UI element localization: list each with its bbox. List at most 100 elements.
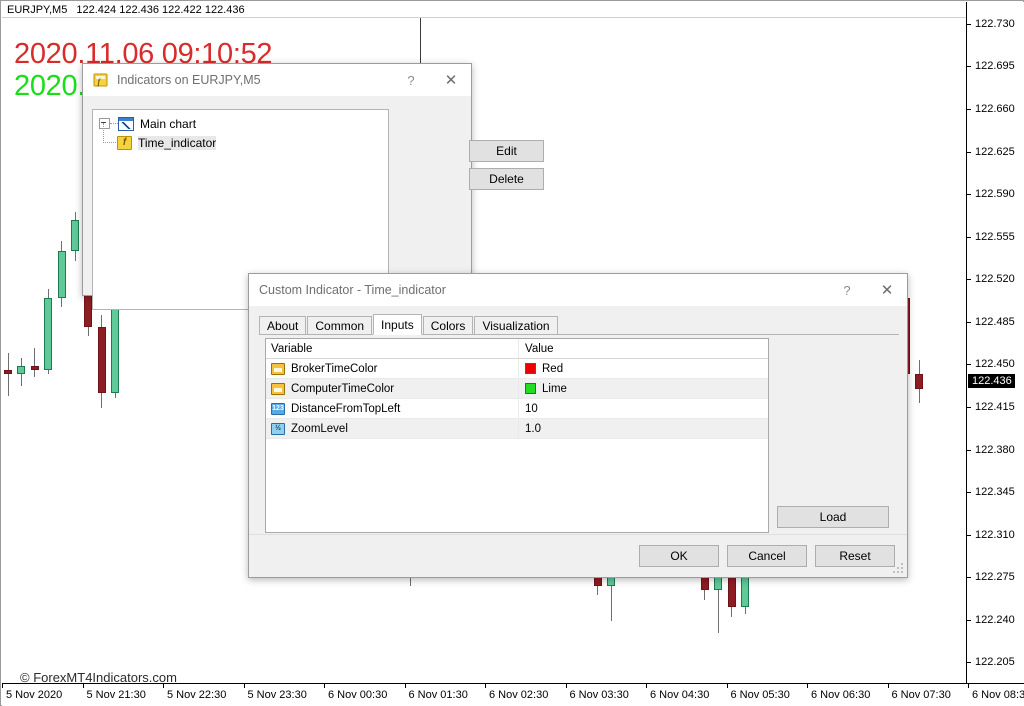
help-button[interactable]: ? (391, 65, 431, 95)
price-tick-mark (967, 364, 971, 365)
tree-item-label: Time_indicator (138, 136, 216, 150)
load-button[interactable]: Load (777, 506, 889, 528)
time-tick-label: 6 Nov 02:30 (489, 689, 548, 701)
tree-item-time-indicator[interactable]: f Time_indicator (93, 133, 388, 152)
time-tick-mark (83, 684, 84, 688)
value-cell[interactable]: Lime (519, 379, 768, 398)
quote-ohlc-values: 122.424 122.436 122.422 122.436 (76, 4, 244, 16)
value-cell[interactable]: 10 (519, 399, 768, 418)
custom-dialog-body: About Common Inputs Colors Visualization Var… (249, 306, 907, 577)
variable-name: ComputerTimeColor (291, 383, 394, 395)
value-cell[interactable]: Red (519, 359, 768, 378)
price-tick-label: 122.555 (975, 231, 1015, 243)
time-tick-mark (727, 684, 728, 688)
candle-body (98, 327, 106, 394)
tab-visualization[interactable]: Visualization (474, 316, 557, 334)
price-tick-label: 122.450 (975, 358, 1015, 370)
price-tick-label: 122.240 (975, 614, 1015, 626)
variable-name: DistanceFromTopLeft (291, 403, 400, 415)
price-tick-label: 122.730 (975, 18, 1015, 30)
quote-header-bar: EURJPY,M5 122.424 122.436 122.422 122.43… (2, 2, 966, 18)
price-tick-mark (967, 620, 971, 621)
time-axis[interactable]: 5 Nov 20205 Nov 21:305 Nov 22:305 Nov 23… (2, 683, 1024, 706)
input-row[interactable]: ½ZoomLevel1.0 (266, 419, 768, 439)
crosshair-vertical-line (420, 18, 421, 68)
candle-wick (34, 348, 35, 377)
edit-button[interactable]: Edit (469, 140, 544, 162)
time-tick-mark (888, 684, 889, 688)
price-tick-mark (967, 407, 971, 408)
time-tick-mark (968, 684, 969, 688)
candlestick (71, 212, 79, 262)
price-tick-label: 122.275 (975, 571, 1015, 583)
indicators-dialog-title: Indicators on EURJPY,M5 (117, 73, 391, 87)
time-tick-label: 5 Nov 21:30 (87, 689, 146, 701)
time-tick-mark (2, 684, 3, 688)
candle-body (31, 366, 39, 370)
custom-dialog-title: Custom Indicator - Time_indicator (259, 283, 827, 297)
price-tick-mark (967, 662, 971, 663)
tree-item-main-chart[interactable]: Main chart (93, 114, 388, 133)
price-tick-mark (967, 322, 971, 323)
tab-colors[interactable]: Colors (423, 316, 474, 334)
time-tick-mark (485, 684, 486, 688)
tab-strip[interactable]: About Common Inputs Colors Visualization (259, 314, 899, 335)
time-tick-label: 6 Nov 04:30 (650, 689, 709, 701)
chart-watermark: © ForexMT4Indicators.com (20, 670, 177, 683)
time-tick-label: 6 Nov 08:30 (972, 689, 1024, 701)
input-row[interactable]: BrokerTimeColor Red (266, 359, 768, 379)
grid-header-row: VariableValue (266, 339, 768, 359)
column-header-variable: Variable (266, 339, 519, 358)
tab-label: Visualization (482, 319, 549, 333)
tree-item-label: Main chart (140, 117, 196, 131)
candle-body (71, 220, 79, 251)
ok-button[interactable]: OK (639, 545, 719, 567)
close-icon[interactable]: ✕ (867, 275, 907, 305)
tree-connector (103, 142, 116, 144)
time-tick-label: 5 Nov 23:30 (248, 689, 307, 701)
variable-name: ZoomLevel (291, 423, 348, 435)
custom-dialog-titlebar[interactable]: Custom Indicator - Time_indicator ? ✕ (249, 274, 907, 306)
input-row[interactable]: ComputerTimeColor Lime (266, 379, 768, 399)
price-tick-mark (967, 577, 971, 578)
time-tick-mark (163, 684, 164, 688)
indicators-dialog-titlebar[interactable]: f Indicators on EURJPY,M5 ? ✕ (83, 64, 471, 96)
price-tick-mark (967, 237, 971, 238)
value-text: Lime (542, 383, 567, 395)
price-tick-label: 122.520 (975, 273, 1015, 285)
tab-about[interactable]: About (259, 316, 306, 334)
candle-body (44, 298, 52, 369)
tab-common[interactable]: Common (307, 316, 372, 334)
delete-button[interactable]: Delete (469, 168, 544, 190)
input-row[interactable]: 123DistanceFromTopLeft10 (266, 399, 768, 419)
value-cell[interactable]: 1.0 (519, 419, 768, 438)
color-swatch (525, 383, 536, 394)
time-tick-mark (405, 684, 406, 688)
tab-inputs[interactable]: Inputs (373, 314, 422, 335)
help-button[interactable]: ? (827, 275, 867, 305)
price-tick-label: 122.310 (975, 529, 1015, 541)
price-tick-mark (967, 152, 971, 153)
custom-indicator-dialog[interactable]: Custom Indicator - Time_indicator ? ✕ Ab… (248, 273, 908, 578)
tree-connector (110, 123, 118, 125)
color-var-icon (271, 363, 285, 375)
time-tick-mark (566, 684, 567, 688)
tab-label: Inputs (381, 318, 414, 332)
time-tick-mark (244, 684, 245, 688)
color-swatch (525, 363, 536, 374)
price-tick-label: 122.205 (975, 656, 1015, 668)
cancel-button[interactable]: Cancel (727, 545, 807, 567)
close-icon[interactable]: ✕ (431, 65, 471, 95)
inputs-grid[interactable]: VariableValueBrokerTimeColorRedComputerT… (265, 338, 769, 533)
variable-name: BrokerTimeColor (291, 363, 377, 375)
indicators-dialog-buttons: Edit Delete (469, 140, 544, 196)
tab-label: Common (315, 319, 364, 333)
price-tick-mark (967, 535, 971, 536)
dialog-footer: OK Cancel Reset (249, 534, 907, 577)
time-tick-label: 6 Nov 05:30 (731, 689, 790, 701)
resize-grip[interactable] (893, 563, 903, 573)
indicators-dialog[interactable]: f Indicators on EURJPY,M5 ? ✕ Main chart… (82, 63, 472, 296)
price-axis[interactable]: 122.730122.695122.660122.625122.590122.5… (966, 2, 1024, 683)
variable-cell: ComputerTimeColor (266, 379, 519, 398)
reset-button[interactable]: Reset (815, 545, 895, 567)
